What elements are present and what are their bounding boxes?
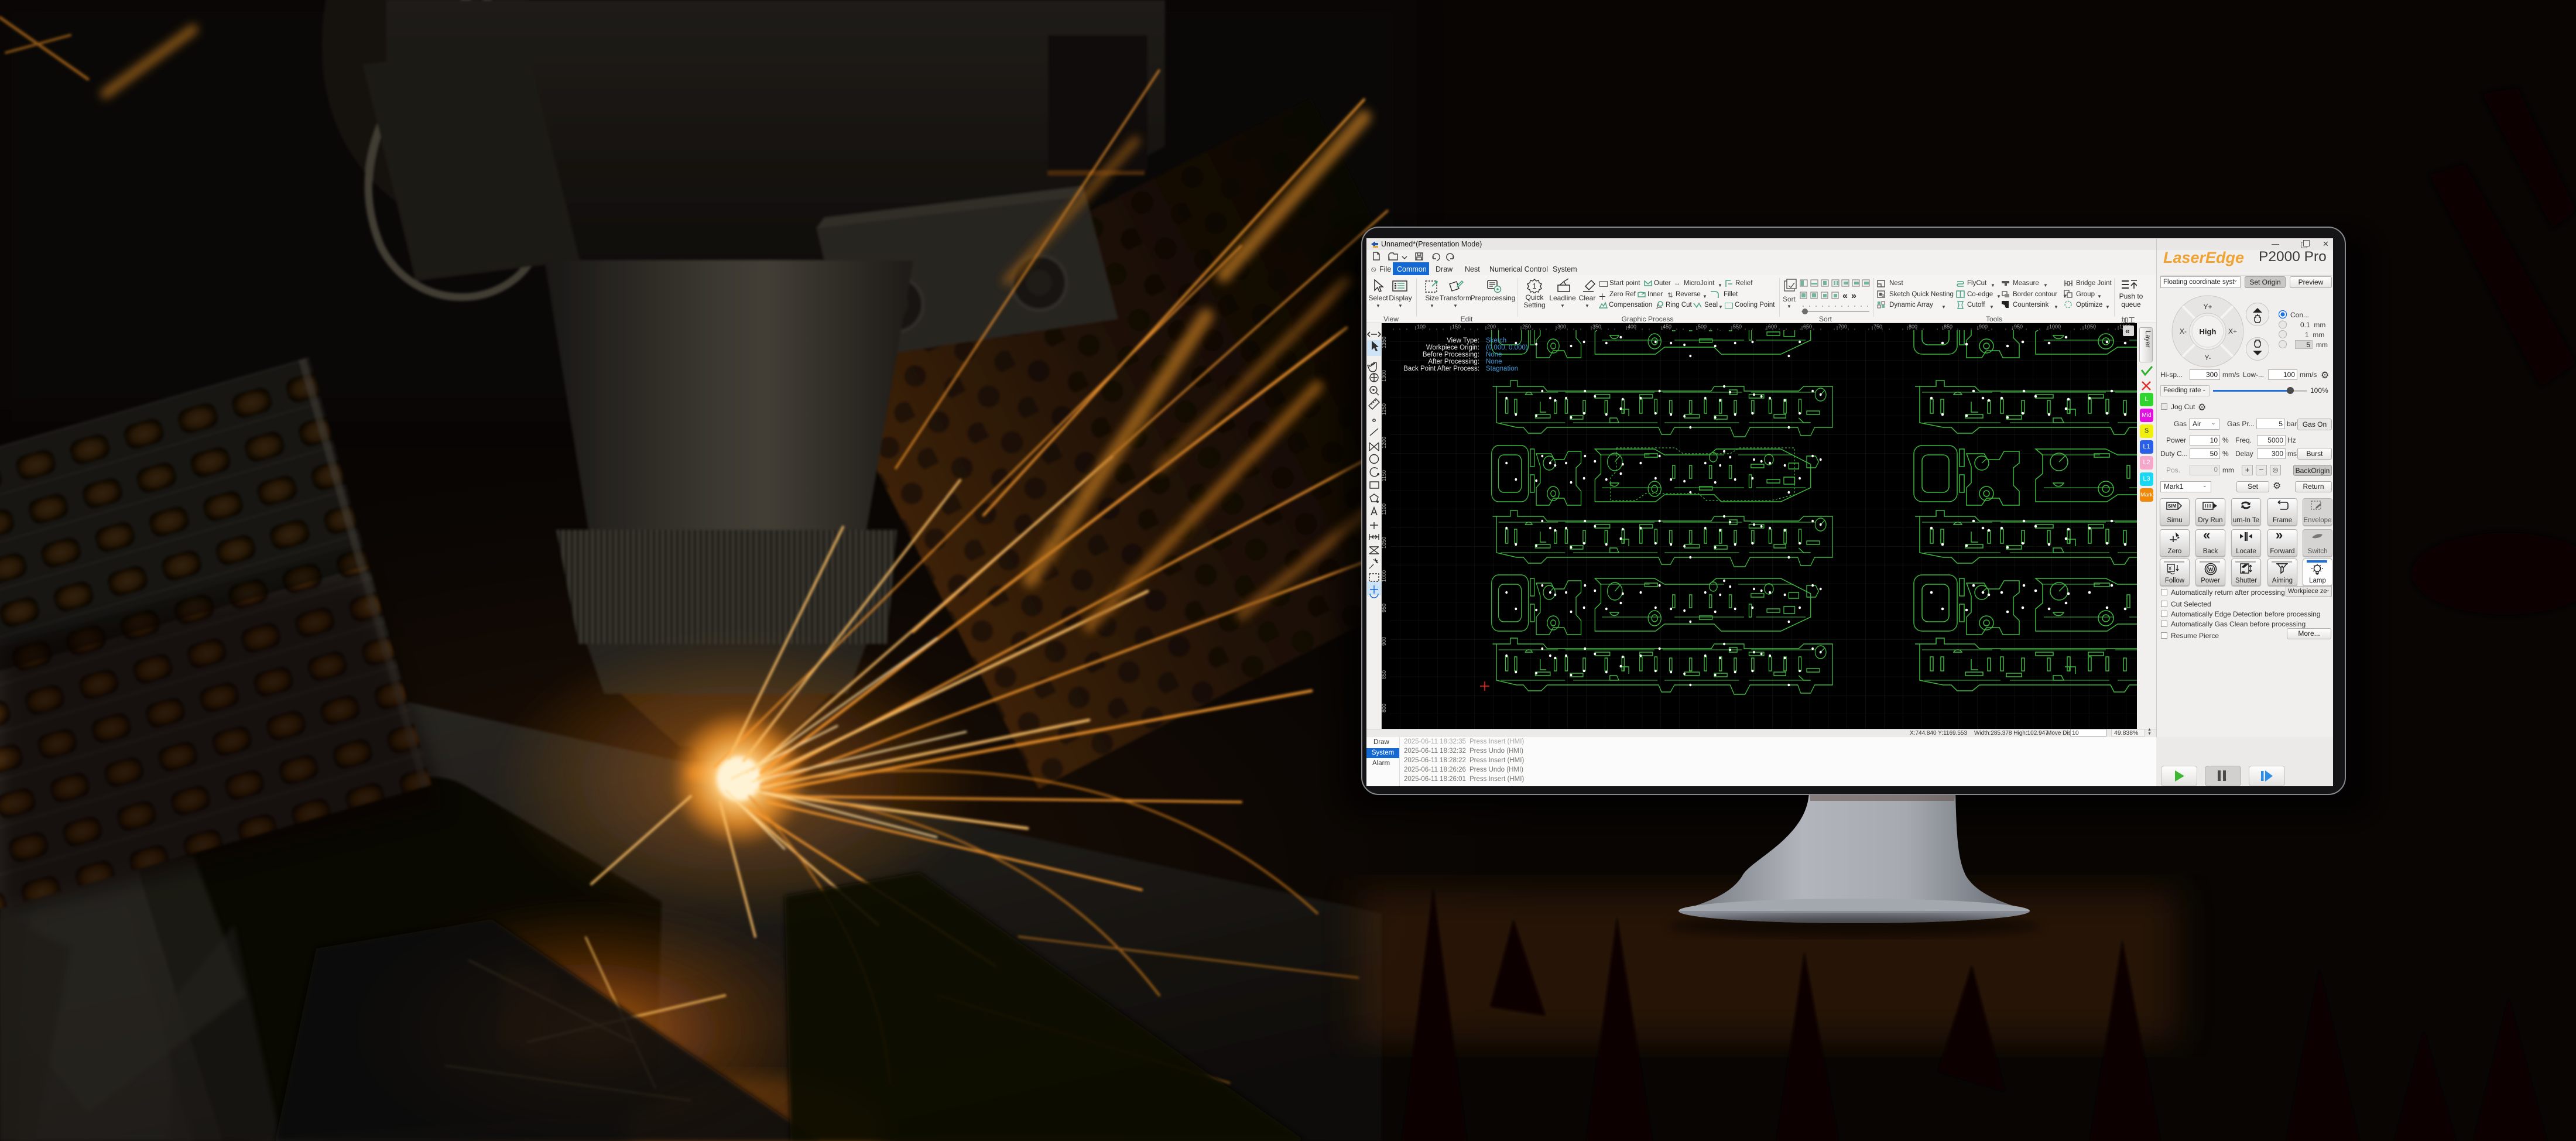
svg-text:None: None	[1486, 358, 1502, 365]
svg-text:150: 150	[1452, 324, 1461, 330]
svg-text:1100: 1100	[1382, 503, 1387, 515]
svg-text:Y+: Y+	[2203, 303, 2212, 311]
svg-text:850: 850	[1944, 324, 1952, 330]
svg-text:750: 750	[1873, 324, 1882, 330]
svg-text:1050: 1050	[2084, 324, 2096, 330]
svg-text:950: 950	[1382, 604, 1387, 612]
svg-text:1200: 1200	[1382, 437, 1387, 448]
svg-text:1250: 1250	[1382, 403, 1387, 415]
svg-text:500: 500	[1698, 324, 1707, 330]
svg-text:Y-: Y-	[2205, 354, 2211, 362]
svg-text:350: 350	[1592, 324, 1601, 330]
svg-text:550: 550	[1733, 324, 1742, 330]
svg-text:1000: 1000	[2049, 324, 2061, 330]
svg-text:850: 850	[1382, 670, 1387, 679]
svg-text:High: High	[2200, 327, 2217, 336]
svg-text:900: 900	[1382, 637, 1387, 646]
svg-text:«: «	[2125, 326, 2130, 335]
svg-text:1: 1	[1532, 282, 1536, 290]
svg-text:250: 250	[1522, 324, 1531, 330]
svg-text:1050: 1050	[1382, 537, 1387, 549]
svg-text:1350: 1350	[1382, 337, 1387, 348]
svg-text:1150: 1150	[1382, 470, 1387, 481]
svg-text:SIM: SIM	[2168, 503, 2177, 509]
svg-text:«: «	[1842, 291, 1848, 301]
svg-text:Before Processing:: Before Processing:	[1423, 351, 1479, 358]
svg-text:1300: 1300	[1382, 370, 1387, 382]
svg-text:Stagnation: Stagnation	[1486, 365, 1518, 372]
svg-text:Workpiece Origin:: Workpiece Origin:	[1426, 344, 1479, 351]
svg-text:»: »	[1851, 291, 1856, 301]
svg-text:W: W	[2208, 567, 2214, 573]
svg-text:450: 450	[1663, 324, 1671, 330]
svg-text:200: 200	[1487, 324, 1496, 330]
svg-text:View Type:: View Type:	[1447, 337, 1479, 344]
svg-text:650: 650	[1803, 324, 1812, 330]
svg-text:900: 900	[1979, 324, 1988, 330]
svg-text:X-: X-	[2180, 327, 2187, 335]
svg-text:950: 950	[2014, 324, 2023, 330]
svg-text:800: 800	[1382, 704, 1387, 712]
svg-text:(0.000, 0.000): (0.000, 0.000)	[1486, 344, 1528, 351]
svg-text:X+: X+	[2228, 327, 2237, 335]
svg-text:After Processing:: After Processing:	[1428, 358, 1479, 365]
svg-text:700: 700	[1838, 324, 1847, 330]
svg-text:b: b	[1882, 293, 1885, 298]
svg-text:None: None	[1486, 351, 1502, 358]
svg-text:Sketch: Sketch	[1486, 337, 1506, 344]
svg-text:300: 300	[1557, 324, 1566, 330]
svg-text:1000: 1000	[1382, 570, 1387, 582]
svg-text:¥: ¥	[2168, 566, 2172, 571]
svg-text:100: 100	[1417, 324, 1426, 330]
svg-text:Back Point After Process:: Back Point After Process:	[1403, 365, 1479, 372]
